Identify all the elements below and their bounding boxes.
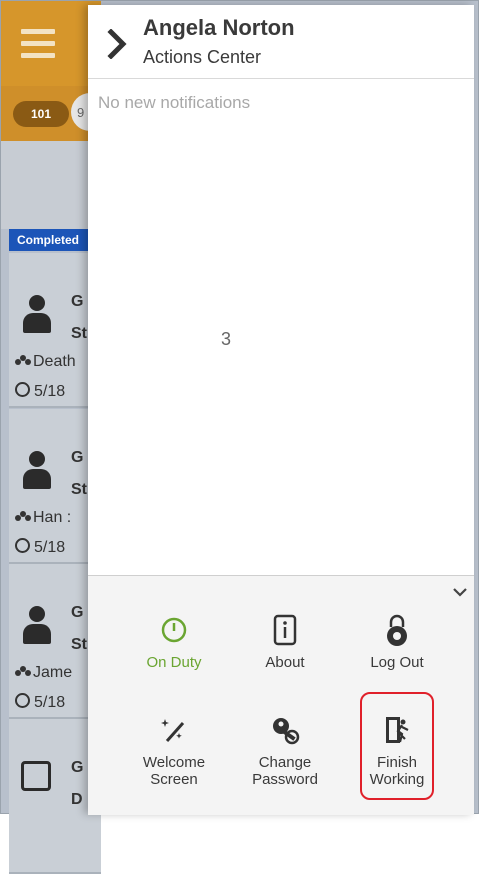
key-icon (265, 710, 305, 750)
person-icon (23, 451, 51, 491)
welcome-screen-label-1: Welcome (142, 754, 206, 771)
task-status: St (71, 325, 87, 342)
on-duty-button[interactable]: On Duty (118, 610, 230, 671)
spacer (1, 141, 101, 229)
change-password-label-1: Change (258, 754, 312, 771)
task-assignee: Han : (15, 509, 71, 527)
person-icon (23, 295, 51, 335)
chevron-right-icon[interactable] (104, 27, 130, 61)
people-icon (15, 355, 31, 367)
task-status: D (71, 791, 83, 808)
highlight-box (360, 692, 434, 800)
stray-text: 3 (221, 329, 232, 349)
log-out-label: Log Out (370, 654, 424, 671)
empty-notifications-text: No new notifications (98, 93, 251, 112)
chevron-down-icon[interactable] (450, 582, 470, 602)
task-date: 5/18 (15, 381, 65, 401)
actions-drawer: Angela Norton Actions Center No new noti… (88, 5, 474, 815)
clock-icon (15, 382, 30, 397)
about-button[interactable]: About (229, 610, 341, 671)
task-title: G (71, 759, 84, 776)
drawer-subtitle: Actions Center (143, 47, 262, 67)
task-title: G (71, 293, 84, 310)
notifications-list: No new notifications 3 (88, 79, 474, 574)
welcome-screen-button[interactable]: Welcome Screen (118, 710, 230, 788)
task-title: G (71, 604, 84, 621)
suitcase-icon (21, 761, 51, 791)
change-password-button[interactable]: Change Password (229, 710, 341, 788)
change-password-label-2: Password (252, 771, 318, 788)
task-date: 5/18 (15, 692, 65, 712)
person-icon (23, 606, 51, 646)
app-header (1, 1, 101, 86)
lock-icon (377, 610, 417, 650)
magic-wand-icon (154, 710, 194, 750)
task-assignee: Jame (15, 664, 72, 682)
task-date: 5/18 (15, 537, 65, 557)
info-icon (265, 610, 305, 650)
actions-panel: On Duty About Log Out Welcome Screen Cha… (88, 575, 474, 815)
on-duty-label: On Duty (146, 654, 202, 671)
people-icon (15, 666, 31, 678)
clock-icon (154, 610, 194, 650)
task-title: G (71, 449, 84, 466)
clock-icon (15, 693, 30, 708)
welcome-screen-label-2: Screen (150, 771, 198, 788)
user-name: Angela Norton (143, 15, 295, 40)
about-label: About (265, 654, 305, 671)
log-out-button[interactable]: Log Out (341, 610, 453, 671)
drawer-header: Angela Norton Actions Center (88, 5, 474, 79)
hamburger-menu-icon[interactable] (21, 29, 55, 59)
task-status: St (71, 481, 87, 498)
task-assignee: Death (15, 353, 76, 371)
count-badge[interactable]: 101 (13, 101, 69, 127)
task-status: St (71, 636, 87, 653)
clock-icon (15, 538, 30, 553)
people-icon (15, 511, 31, 523)
